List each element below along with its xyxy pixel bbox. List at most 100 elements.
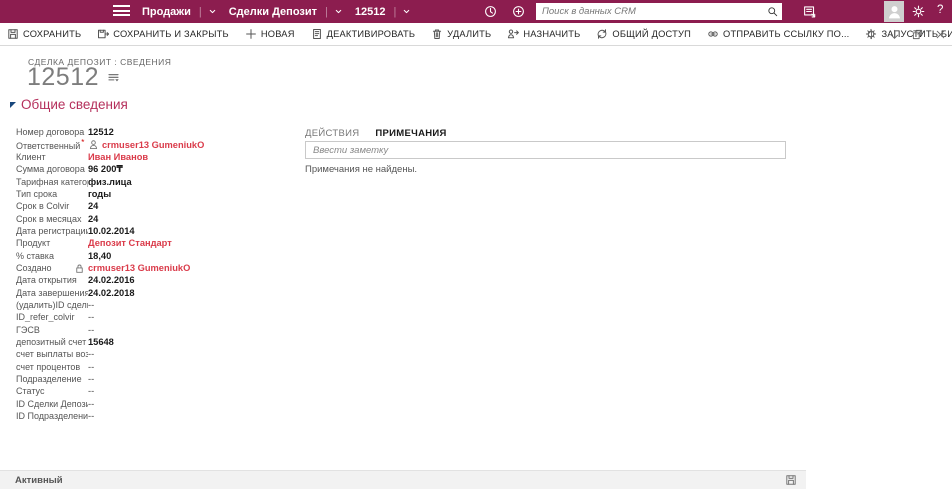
command-сохранить-и-закрыть[interactable]: СОХРАНИТЬ И ЗАКРЫТЬ — [97, 28, 229, 40]
avatar-person-icon — [887, 4, 902, 19]
search-icon[interactable] — [767, 6, 778, 17]
recent-items-icon[interactable] — [484, 5, 497, 18]
field-value[interactable]: 24.02.2016 — [88, 275, 135, 285]
quick-create-icon[interactable] — [512, 5, 525, 18]
collapse-triangle-icon — [10, 101, 16, 108]
tab-примечания[interactable]: ПРИМЕЧАНИЯ — [375, 128, 446, 139]
chevron-down-icon[interactable] — [334, 7, 343, 16]
global-search — [536, 3, 782, 20]
field-row: ID Сделки Депозит C-- — [16, 398, 291, 410]
field-row: счет процентов -- — [16, 361, 291, 373]
command-сохранить[interactable]: СОХРАНИТЬ — [7, 28, 81, 40]
popout-window-button[interactable] — [912, 29, 923, 40]
chevron-down-icon[interactable] — [208, 7, 217, 16]
field-value-link[interactable]: Депозит Стандарт — [88, 238, 172, 248]
section-header[interactable]: Общие сведения — [10, 97, 128, 112]
field-label: Статус — [16, 386, 45, 397]
field-value-text: -- — [88, 374, 95, 385]
field-value-text: 96 200₸ — [88, 163, 123, 174]
command-общий-доступ[interactable]: ОБЩИЙ ДОСТУП — [596, 28, 691, 40]
field-value: -- — [88, 300, 94, 310]
command-назначить[interactable]: НАЗНАЧИТЬ — [507, 28, 580, 40]
field-value[interactable]: 10.02.2014 — [88, 226, 135, 236]
field-value[interactable]: 18,40 — [88, 251, 111, 261]
chevron-down-icon[interactable] — [402, 7, 411, 16]
field-label: Тип срока — [16, 188, 58, 199]
field-label: % ставка — [16, 250, 54, 261]
field-row: Сумма договора 96 200₸ — [16, 163, 291, 175]
field-label: Клиент — [16, 151, 46, 162]
field-row: Тарифная категорияфиз.лица — [16, 175, 291, 187]
field-label: ID Подразделения C — [16, 411, 88, 422]
field-value-text: 10.02.2014 — [88, 225, 135, 236]
search-input[interactable] — [536, 6, 767, 17]
command-удалить[interactable]: УДАЛИТЬ — [431, 28, 491, 40]
field-label: счет процентов — [16, 361, 81, 372]
nav-tab-1[interactable]: Сделки Депозит | — [229, 6, 343, 18]
help-button[interactable]: ? — [937, 4, 943, 16]
field-value[interactable]: физ.лица — [88, 177, 132, 187]
field-value[interactable]: годы — [88, 189, 111, 199]
field-value-link[interactable]: Иван Иванов — [88, 152, 148, 162]
share-icon — [596, 28, 608, 40]
command-label: УДАЛИТЬ — [447, 29, 492, 39]
field-value[interactable]: 24.02.2018 — [88, 288, 135, 298]
command-label: СОХРАНИТЬ — [23, 29, 82, 39]
field-row: счет выплаты вознаг-- — [16, 348, 291, 360]
field-row: Дата регистрации в C10.02.2014 — [16, 225, 291, 237]
hamburger-menu-icon[interactable] — [113, 5, 130, 19]
field-value[interactable]: 12512 — [88, 127, 114, 137]
field-value: -- — [88, 386, 94, 396]
note-input[interactable] — [305, 141, 786, 159]
nav-tab-0[interactable]: Продажи | — [142, 6, 217, 18]
command-новая[interactable]: НОВАЯ — [245, 28, 295, 40]
field-row: ID Подразделения C-- — [16, 410, 291, 422]
nav-tab-label: 12512 — [354, 5, 386, 18]
field-value[interactable]: 24 — [88, 214, 98, 224]
previous-record-button[interactable] — [866, 29, 877, 40]
field-value[interactable]: 24 — [88, 201, 98, 211]
save-close-icon — [97, 28, 110, 40]
nav-tab-label: Сделки Депозит — [228, 5, 318, 18]
open-records-icon[interactable] — [803, 5, 816, 18]
field-label: депозитный счет — [16, 337, 87, 348]
field-row: Статус -- — [16, 385, 291, 397]
field-row: (удалить)ID сделки_C-- — [16, 299, 291, 311]
field-value-text: Иван Иванов — [88, 151, 149, 162]
record-title: 12512 — [27, 63, 100, 91]
field-row: Срок в месяцах 24 — [16, 212, 291, 224]
command-label: ДЕАКТИВИРОВАТЬ — [326, 29, 416, 39]
field-label: Продукт — [16, 238, 51, 249]
field-label: Тарифная категория — [16, 176, 88, 187]
command-label: НОВАЯ — [260, 29, 295, 39]
assign-icon — [507, 28, 520, 40]
form-switcher-icon[interactable] — [107, 71, 120, 84]
field-row: % ставка 18,40 — [16, 249, 291, 261]
autosave-icon[interactable] — [785, 474, 797, 486]
field-label: Дата открытия — [16, 275, 77, 286]
close-button[interactable] — [935, 29, 946, 40]
notes-tabs: ДЕЙСТВИЯ ПРИМЕЧАНИЯ — [305, 128, 447, 139]
field-value-link[interactable]: crmuser13 GumeniukO — [76, 263, 190, 273]
field-row: ID_refer_colvir -- — [16, 311, 291, 323]
tab-действия[interactable]: ДЕЙСТВИЯ — [305, 128, 359, 139]
settings-gear-icon[interactable] — [912, 5, 925, 18]
field-row: Дата открытия 24.02.2016 — [16, 274, 291, 286]
field-value-text: 24 — [88, 213, 99, 224]
field-value[interactable]: 15648 — [88, 337, 114, 347]
field-value-link[interactable]: crmuser13 GumeniukO — [88, 139, 204, 150]
required-asterisk: * — [81, 138, 85, 148]
field-value[interactable]: 96 200₸ — [88, 164, 123, 175]
field-row: Подразделение -- — [16, 373, 291, 385]
avatar[interactable] — [884, 1, 904, 22]
field-label: Срок в Colvir — [16, 201, 70, 212]
command-отправить-ссылку-по-[interactable]: ОТПРАВИТЬ ССЫЛКУ ПО... — [707, 28, 849, 40]
next-record-button[interactable] — [889, 29, 900, 40]
field-value-text: 12512 — [88, 127, 114, 138]
field-value: -- — [88, 362, 94, 372]
nav-tab-2[interactable]: 12512 | — [355, 6, 411, 18]
command-деактивировать[interactable]: ДЕАКТИВИРОВАТЬ — [311, 28, 416, 40]
field-value-text: Депозит Стандарт — [88, 238, 172, 249]
field-row: Продукт Депозит Стандарт — [16, 237, 291, 249]
field-value-text: 18,40 — [88, 250, 112, 261]
